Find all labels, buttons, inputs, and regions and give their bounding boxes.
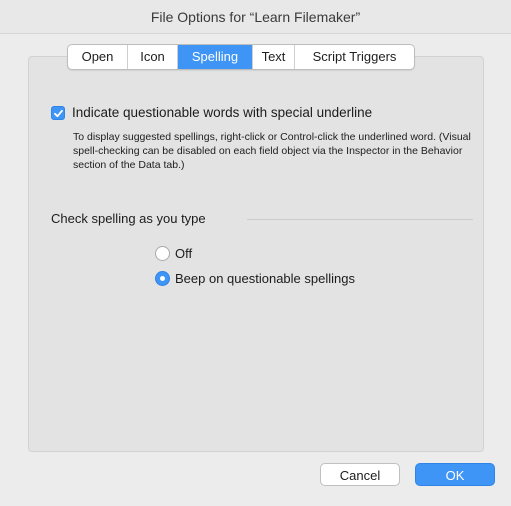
file-options-window: File Options for “Learn Filemaker” Open … bbox=[0, 0, 511, 506]
check-spelling-section-label: Check spelling as you type bbox=[51, 211, 206, 226]
radio-option-beep[interactable]: Beep on questionable spellings bbox=[155, 271, 355, 286]
radio-off[interactable] bbox=[155, 246, 170, 261]
spelling-help-text: To display suggested spellings, right-cl… bbox=[73, 131, 471, 171]
tab-bar: Open Icon Spelling Text Script Triggers bbox=[67, 44, 415, 70]
underline-checkbox-label: Indicate questionable words with special… bbox=[72, 105, 373, 120]
window-title: File Options for “Learn Filemaker” bbox=[0, 0, 511, 34]
ok-button[interactable]: OK bbox=[415, 463, 495, 486]
radio-option-off[interactable]: Off bbox=[155, 246, 192, 261]
underline-checkbox[interactable] bbox=[51, 105, 65, 120]
tab-spelling[interactable]: Spelling bbox=[178, 45, 253, 69]
tab-open[interactable]: Open bbox=[68, 45, 128, 69]
radio-off-label: Off bbox=[175, 246, 193, 261]
checkmark-icon bbox=[54, 109, 63, 117]
tab-text[interactable]: Text bbox=[253, 45, 295, 69]
cancel-button[interactable]: Cancel bbox=[320, 463, 400, 486]
underline-option[interactable]: Indicate questionable words with special… bbox=[51, 105, 372, 120]
tab-icon[interactable]: Icon bbox=[128, 45, 178, 69]
tab-script-triggers[interactable]: Script Triggers bbox=[295, 45, 414, 69]
radio-beep[interactable] bbox=[155, 271, 170, 286]
radio-beep-label: Beep on questionable spellings bbox=[175, 271, 355, 286]
section-divider bbox=[247, 219, 473, 220]
